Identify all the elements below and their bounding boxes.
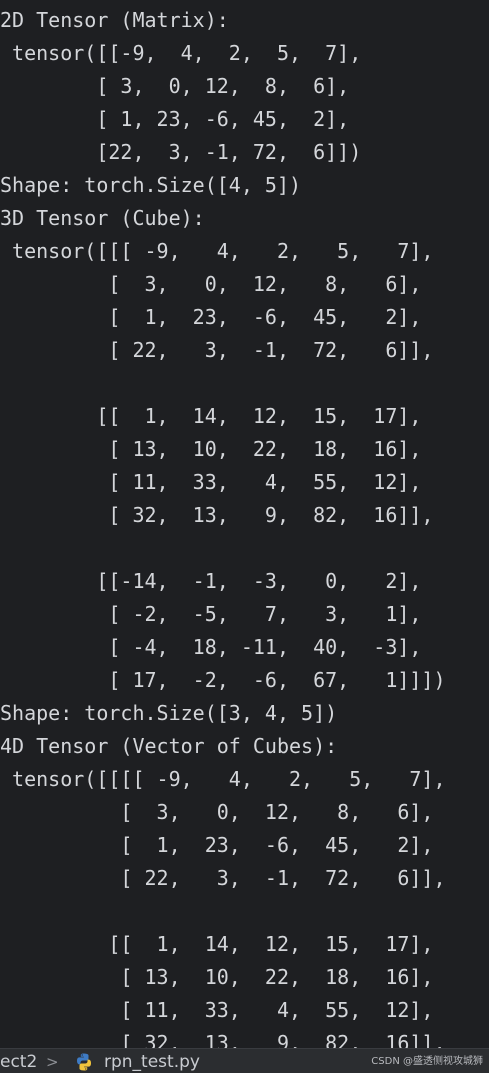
console-line: [[ 1, 14, 12, 15, 17], (0, 404, 422, 428)
breadcrumb-project[interactable]: ect2 (0, 1051, 37, 1073)
console-line: [ 22, 3, -1, 72, 6]], (0, 338, 434, 362)
console-line: 2D Tensor (Matrix): (0, 8, 229, 32)
console-line: [ 17, -2, -6, 67, 1]]]) (0, 668, 446, 692)
console-line: [ 3, 0, 12, 8, 6], (0, 74, 350, 98)
console-line: [ 22, 3, -1, 72, 6]], (0, 866, 446, 890)
console-line: [ 1, 23, -6, 45, 2], (0, 833, 434, 857)
python-file-icon (74, 1052, 94, 1072)
console-line: Shape: torch.Size([4, 5]) (0, 173, 302, 197)
console-line: [ 11, 33, 4, 55, 12], (0, 470, 422, 494)
navigation-breadcrumb-bar: ect2 > rpn_test.py CSDN @盛透侧视攻城狮 (0, 1048, 489, 1073)
console-line: [[-14, -1, -3, 0, 2], (0, 569, 422, 593)
console-line: [ -2, -5, 7, 3, 1], (0, 602, 422, 626)
console-output[interactable]: 2D Tensor (Matrix): tensor([[-9, 4, 2, 5… (0, 0, 489, 1048)
chevron-right-icon: > (46, 1053, 59, 1071)
console-line: [22, 3, -1, 72, 6]]) (0, 140, 362, 164)
console-line: [ 32, 13, 9, 82, 16]], (0, 1031, 446, 1048)
console-line: [ 11, 33, 4, 55, 12], (0, 998, 434, 1022)
breadcrumb-file[interactable]: rpn_test.py (104, 1051, 200, 1073)
console-line: 3D Tensor (Cube): (0, 206, 205, 230)
console-line: [ 13, 10, 22, 18, 16], (0, 437, 422, 461)
watermark-text: CSDN @盛透侧视攻城狮 (371, 1056, 483, 1067)
console-line: Shape: torch.Size([3, 4, 5]) (0, 701, 338, 725)
console-line: [[ 1, 14, 12, 15, 17], (0, 932, 434, 956)
console-line: [ 3, 0, 12, 8, 6], (0, 800, 434, 824)
console-line: [ -4, 18, -11, 40, -3], (0, 635, 422, 659)
console-line: tensor([[[ -9, 4, 2, 5, 7], (0, 239, 434, 263)
console-line: 4D Tensor (Vector of Cubes): (0, 734, 338, 758)
console-line: [ 1, 23, -6, 45, 2], (0, 305, 422, 329)
console-line: [ 3, 0, 12, 8, 6], (0, 272, 422, 296)
console-line: [ 1, 23, -6, 45, 2], (0, 107, 350, 131)
console-line: tensor([[[[ -9, 4, 2, 5, 7], (0, 767, 446, 791)
console-line: [ 32, 13, 9, 82, 16]], (0, 503, 434, 527)
console-line: [ 13, 10, 22, 18, 16], (0, 965, 434, 989)
console-line: tensor([[-9, 4, 2, 5, 7], (0, 41, 362, 65)
